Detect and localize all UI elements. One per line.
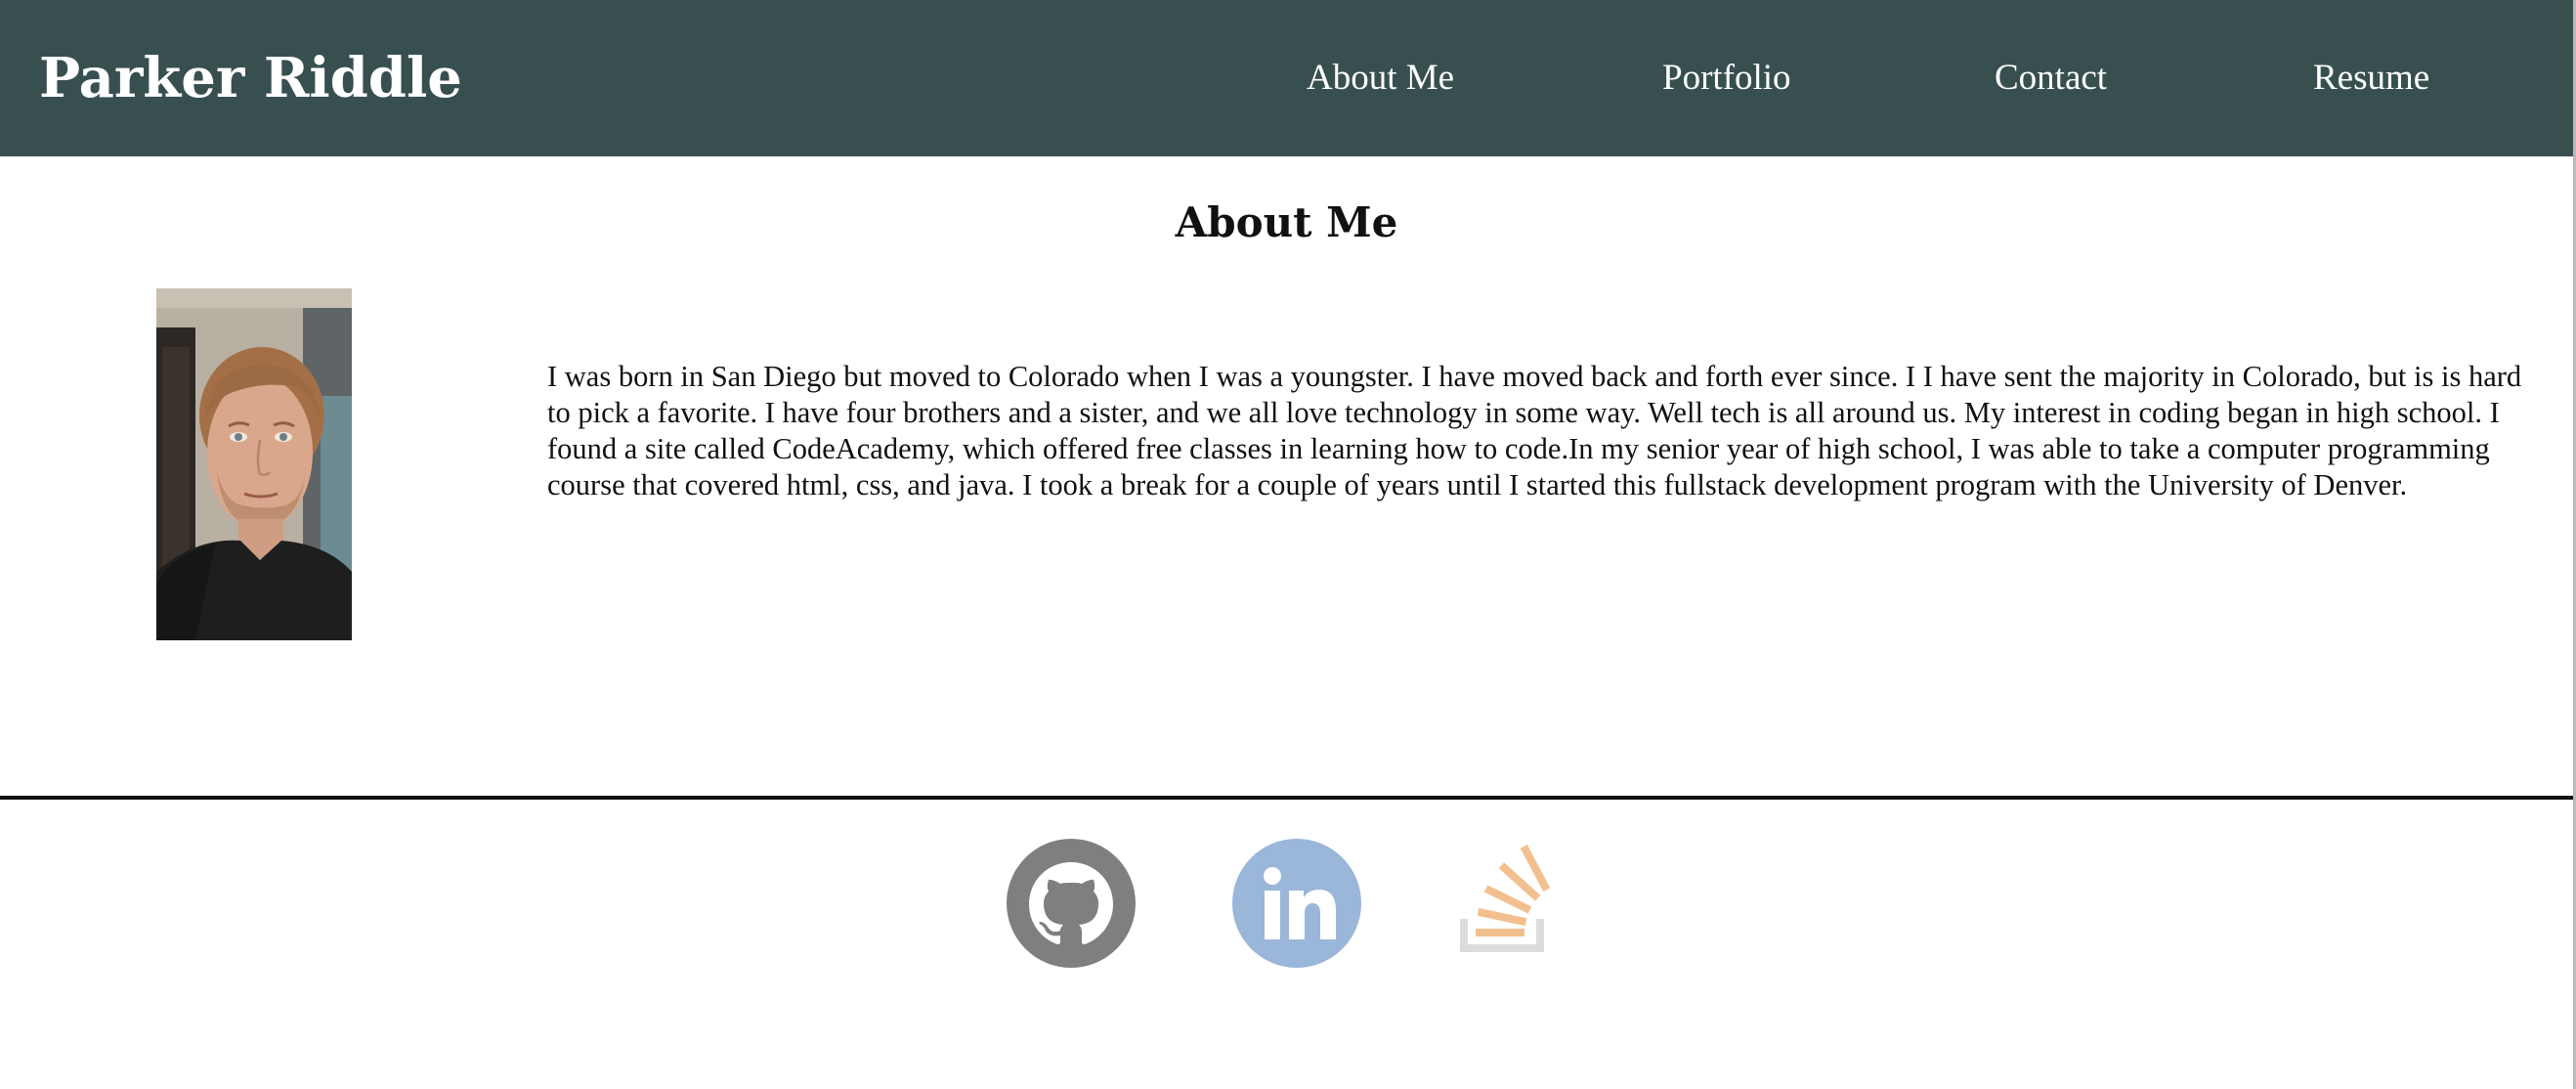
section-title: About Me [1175, 198, 1398, 246]
site-header: Parker Riddle About Me Portfolio Contact… [0, 0, 2573, 156]
profile-photo [156, 288, 352, 640]
footer-divider [0, 796, 2573, 800]
github-link[interactable] [1007, 839, 1136, 968]
stack-overflow-icon [1460, 845, 1551, 952]
github-icon [1007, 839, 1136, 968]
nav-link-resume[interactable]: Resume [2313, 57, 2429, 100]
nav-link-portfolio[interactable]: Portfolio [1662, 57, 1791, 100]
stack-overflow-link[interactable] [1452, 839, 1581, 968]
linkedin-icon [1232, 839, 1361, 968]
site-brand[interactable]: Parker Riddle [39, 43, 462, 113]
bio-paragraph: I was born in San Diego but moved to Col… [547, 360, 2522, 501]
linkedin-link[interactable] [1232, 839, 1361, 968]
nav-link-contact[interactable]: Contact [1995, 57, 2107, 100]
page: Parker Riddle About Me Portfolio Contact… [0, 0, 2576, 1089]
nav-link-about-me[interactable]: About Me [1307, 57, 1454, 100]
